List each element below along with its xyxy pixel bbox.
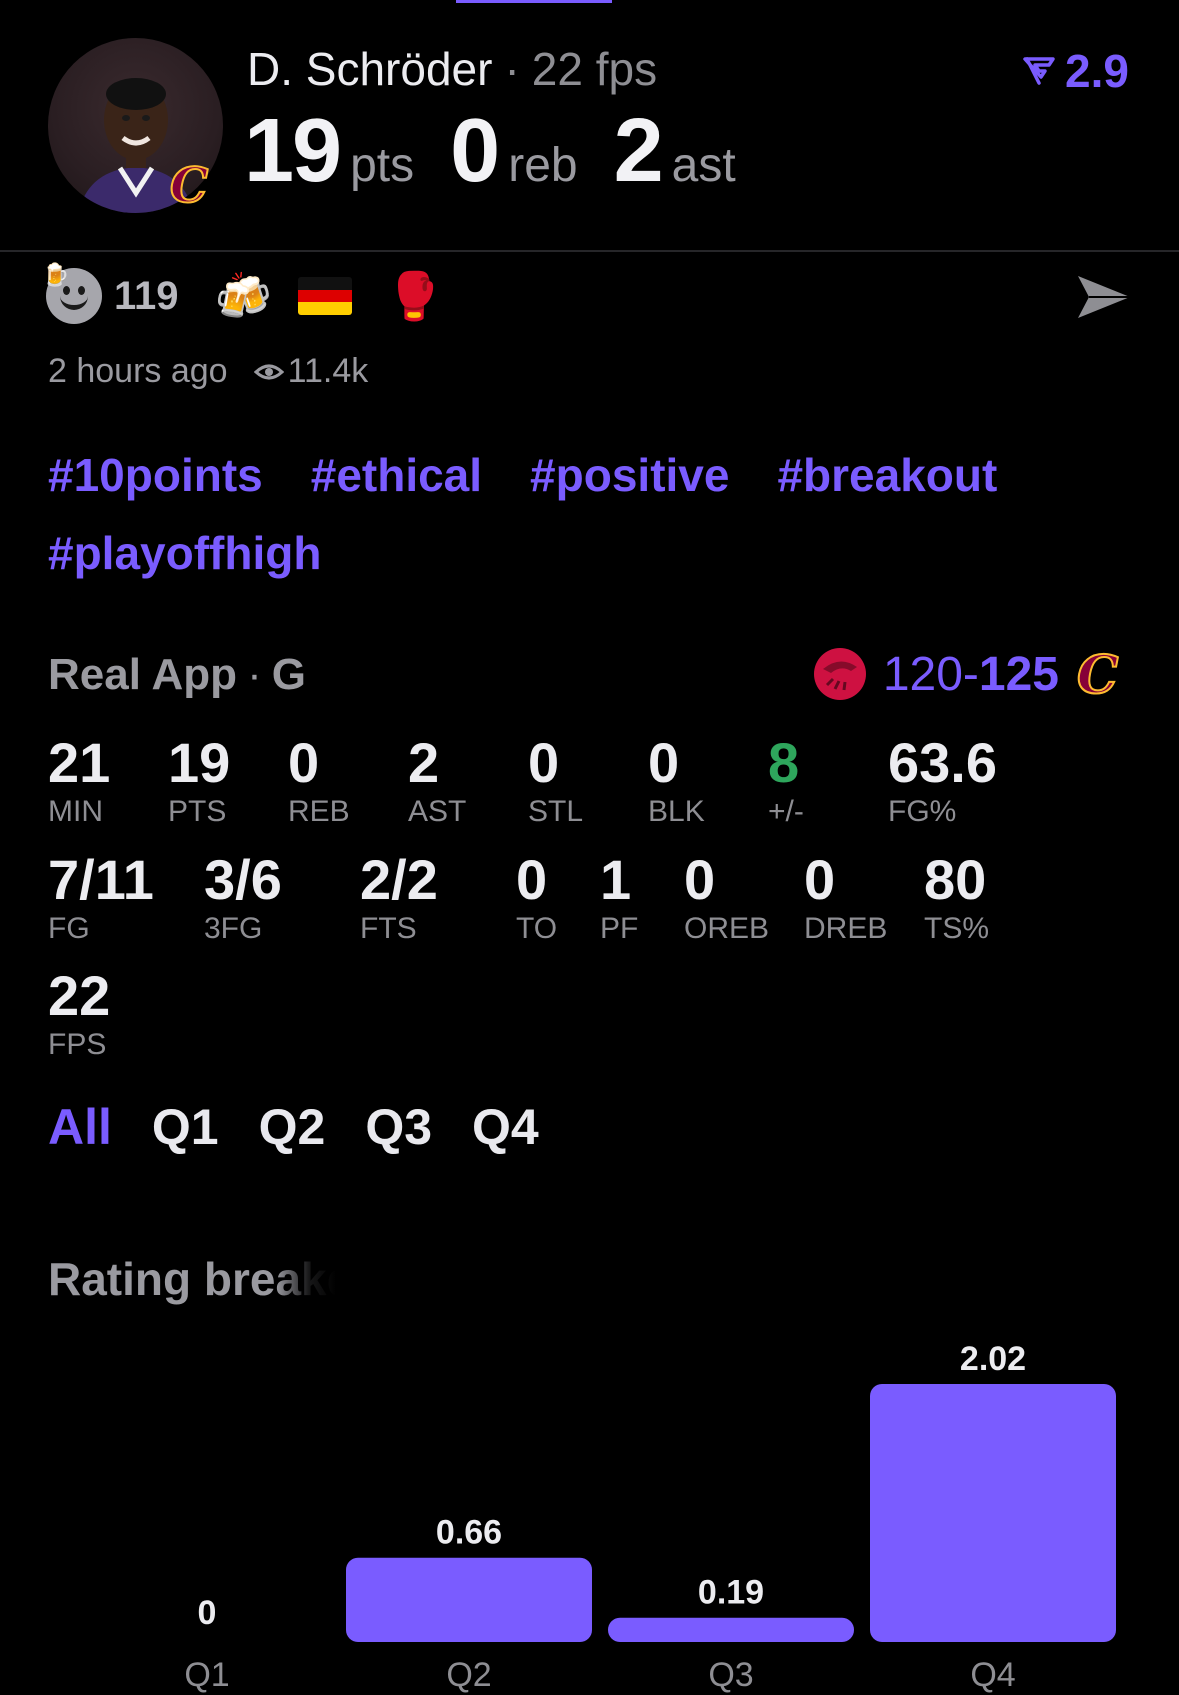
bar-value-label-q1: 0 xyxy=(198,1594,217,1632)
stat-reb: 0 REB xyxy=(288,731,350,829)
score-right: 125 xyxy=(978,647,1059,701)
stat-fts: 2/2 FTS xyxy=(360,848,438,946)
bar-value-label-q3: 0.19 xyxy=(698,1574,764,1612)
stat-fg: 7/11 FG xyxy=(48,848,154,946)
stat-ast: 2 AST xyxy=(408,731,467,829)
hashtag[interactable]: #breakout xyxy=(777,450,997,500)
rating-icon xyxy=(1023,57,1055,85)
headline-reb-unit: reb xyxy=(508,139,578,192)
stats-row-2: 7/11 FG 3/6 3FG 2/2 FTS 0 TO 1 PF 0 OREB 0 DREB… xyxy=(48,850,1044,946)
stat-to: 0 TO xyxy=(516,848,558,946)
player-name[interactable]: D. Schröder xyxy=(247,43,492,95)
hashtag-list: #10points #ethical #positive #breakout #… xyxy=(48,450,1138,578)
reaction-count[interactable]: 119 xyxy=(114,274,179,319)
hashtag[interactable]: #positive xyxy=(530,450,729,500)
svg-text:C: C xyxy=(170,158,208,208)
stats-row-1: 21 MIN 19 PTS 0 REB 2 AST 0 STL 0 BLK 8 +/- 63.… xyxy=(48,733,1028,829)
stat-dreb: 0 DREB xyxy=(804,848,888,946)
score-left: 120 xyxy=(882,647,963,701)
raptors-logo-icon xyxy=(813,648,866,700)
tab-q2[interactable]: Q2 xyxy=(259,1098,326,1156)
player-position: G xyxy=(271,650,306,699)
stat-min: 21 MIN xyxy=(48,731,111,829)
stat-fps: 22 FPS xyxy=(48,964,111,1062)
post-meta: 2 hours ago 11.4k xyxy=(48,352,368,391)
tab-q4[interactable]: Q4 xyxy=(472,1098,539,1156)
headline-ast-unit: ast xyxy=(671,139,736,192)
rating-breakdown-chart: 0 Q1 0.66 Q2 0.19 Q3 2.02 Q4 xyxy=(0,1320,1179,1695)
share-send-icon[interactable] xyxy=(1075,272,1133,322)
germany-flag-icon[interactable] xyxy=(297,277,352,315)
category-label-q4: Q4 xyxy=(970,1656,1015,1694)
stat-blk: 0 BLK xyxy=(648,731,705,829)
stat-oreb: 0 OREB xyxy=(684,848,770,946)
beer-mugs-emoji-icon[interactable]: 🍻 xyxy=(215,273,272,319)
reactions-bar: 🍺 119 🍻 🥊 xyxy=(42,262,469,324)
stat-3fg: 3/6 3FG xyxy=(204,848,282,946)
bar-value-label-q2: 0.66 xyxy=(436,1514,502,1552)
headline-pts-unit: pts xyxy=(350,139,415,192)
quarter-tabs: All Q1 Q2 Q3 Q4 xyxy=(48,1098,539,1156)
add-reaction-button[interactable]: 🍺 xyxy=(42,262,102,324)
stat-plus-minus: 8 +/- xyxy=(768,731,804,829)
score-value: 120-125 xyxy=(882,647,1059,701)
svg-text:C: C xyxy=(1077,645,1118,703)
view-count-value: 11.4k xyxy=(287,352,369,390)
headline-ast: 2 xyxy=(613,101,664,201)
rating-value: 2.9 xyxy=(1065,45,1129,97)
game-score[interactable]: 120-125 C xyxy=(811,645,1131,703)
boxing-glove-emoji-icon[interactable]: 🥊 xyxy=(386,273,443,319)
game-source: Real App xyxy=(48,650,238,699)
game-source-line: Real App · G xyxy=(48,650,306,699)
stat-pts: 19 PTS xyxy=(168,731,231,829)
cavaliers-logo-icon: C xyxy=(166,157,230,215)
category-label-q2: Q2 xyxy=(446,1656,491,1694)
tab-all[interactable]: All xyxy=(48,1098,112,1156)
category-label-q1: Q1 xyxy=(184,1656,229,1694)
rating-bar-chart: 0 Q1 0.66 Q2 0.19 Q3 2.02 Q4 xyxy=(184,1340,1116,1694)
player-fps: 22 fps xyxy=(531,43,658,95)
hashtag[interactable]: #ethical xyxy=(311,450,482,500)
player-header: C D. Schröder · 22 fps 2.9 19 pts 0 reb 2 ast xyxy=(0,0,1179,252)
hashtag[interactable]: #10points xyxy=(48,450,263,500)
headline-stats: 19 pts 0 reb 2 ast xyxy=(244,100,772,203)
stat-fg-pct: 63.6 FG% xyxy=(888,731,997,829)
time-ago: 2 hours ago xyxy=(48,352,228,390)
stat-stl: 0 STL xyxy=(528,731,584,829)
hashtag[interactable]: #playoffhigh xyxy=(48,528,321,578)
player-name-line: D. Schröder · 22 fps xyxy=(247,43,658,95)
view-count: 11.4k xyxy=(253,352,369,391)
mini-beer-icon: 🍺 xyxy=(42,262,70,287)
player-rating[interactable]: 2.9 xyxy=(1023,44,1129,98)
bar-q4[interactable] xyxy=(870,1384,1116,1642)
bar-q2[interactable] xyxy=(346,1557,592,1642)
headline-reb: 0 xyxy=(450,101,500,201)
tab-q1[interactable]: Q1 xyxy=(152,1098,219,1156)
cavaliers-logo-icon: C xyxy=(1076,645,1119,703)
stat-pf: 1 PF xyxy=(600,848,639,946)
category-label-q3: Q3 xyxy=(708,1656,753,1694)
rating-breakdown-title: Rating breakdo xyxy=(48,1253,383,1305)
headline-pts: 19 xyxy=(244,101,342,201)
stats-row-3: 22 FPS xyxy=(48,966,168,1062)
bar-value-label-q4: 2.02 xyxy=(960,1340,1026,1378)
tab-q3[interactable]: Q3 xyxy=(365,1098,432,1156)
eye-icon xyxy=(253,364,284,379)
stat-ts-pct: 80 TS% xyxy=(924,848,990,946)
bar-q3[interactable] xyxy=(608,1617,854,1642)
